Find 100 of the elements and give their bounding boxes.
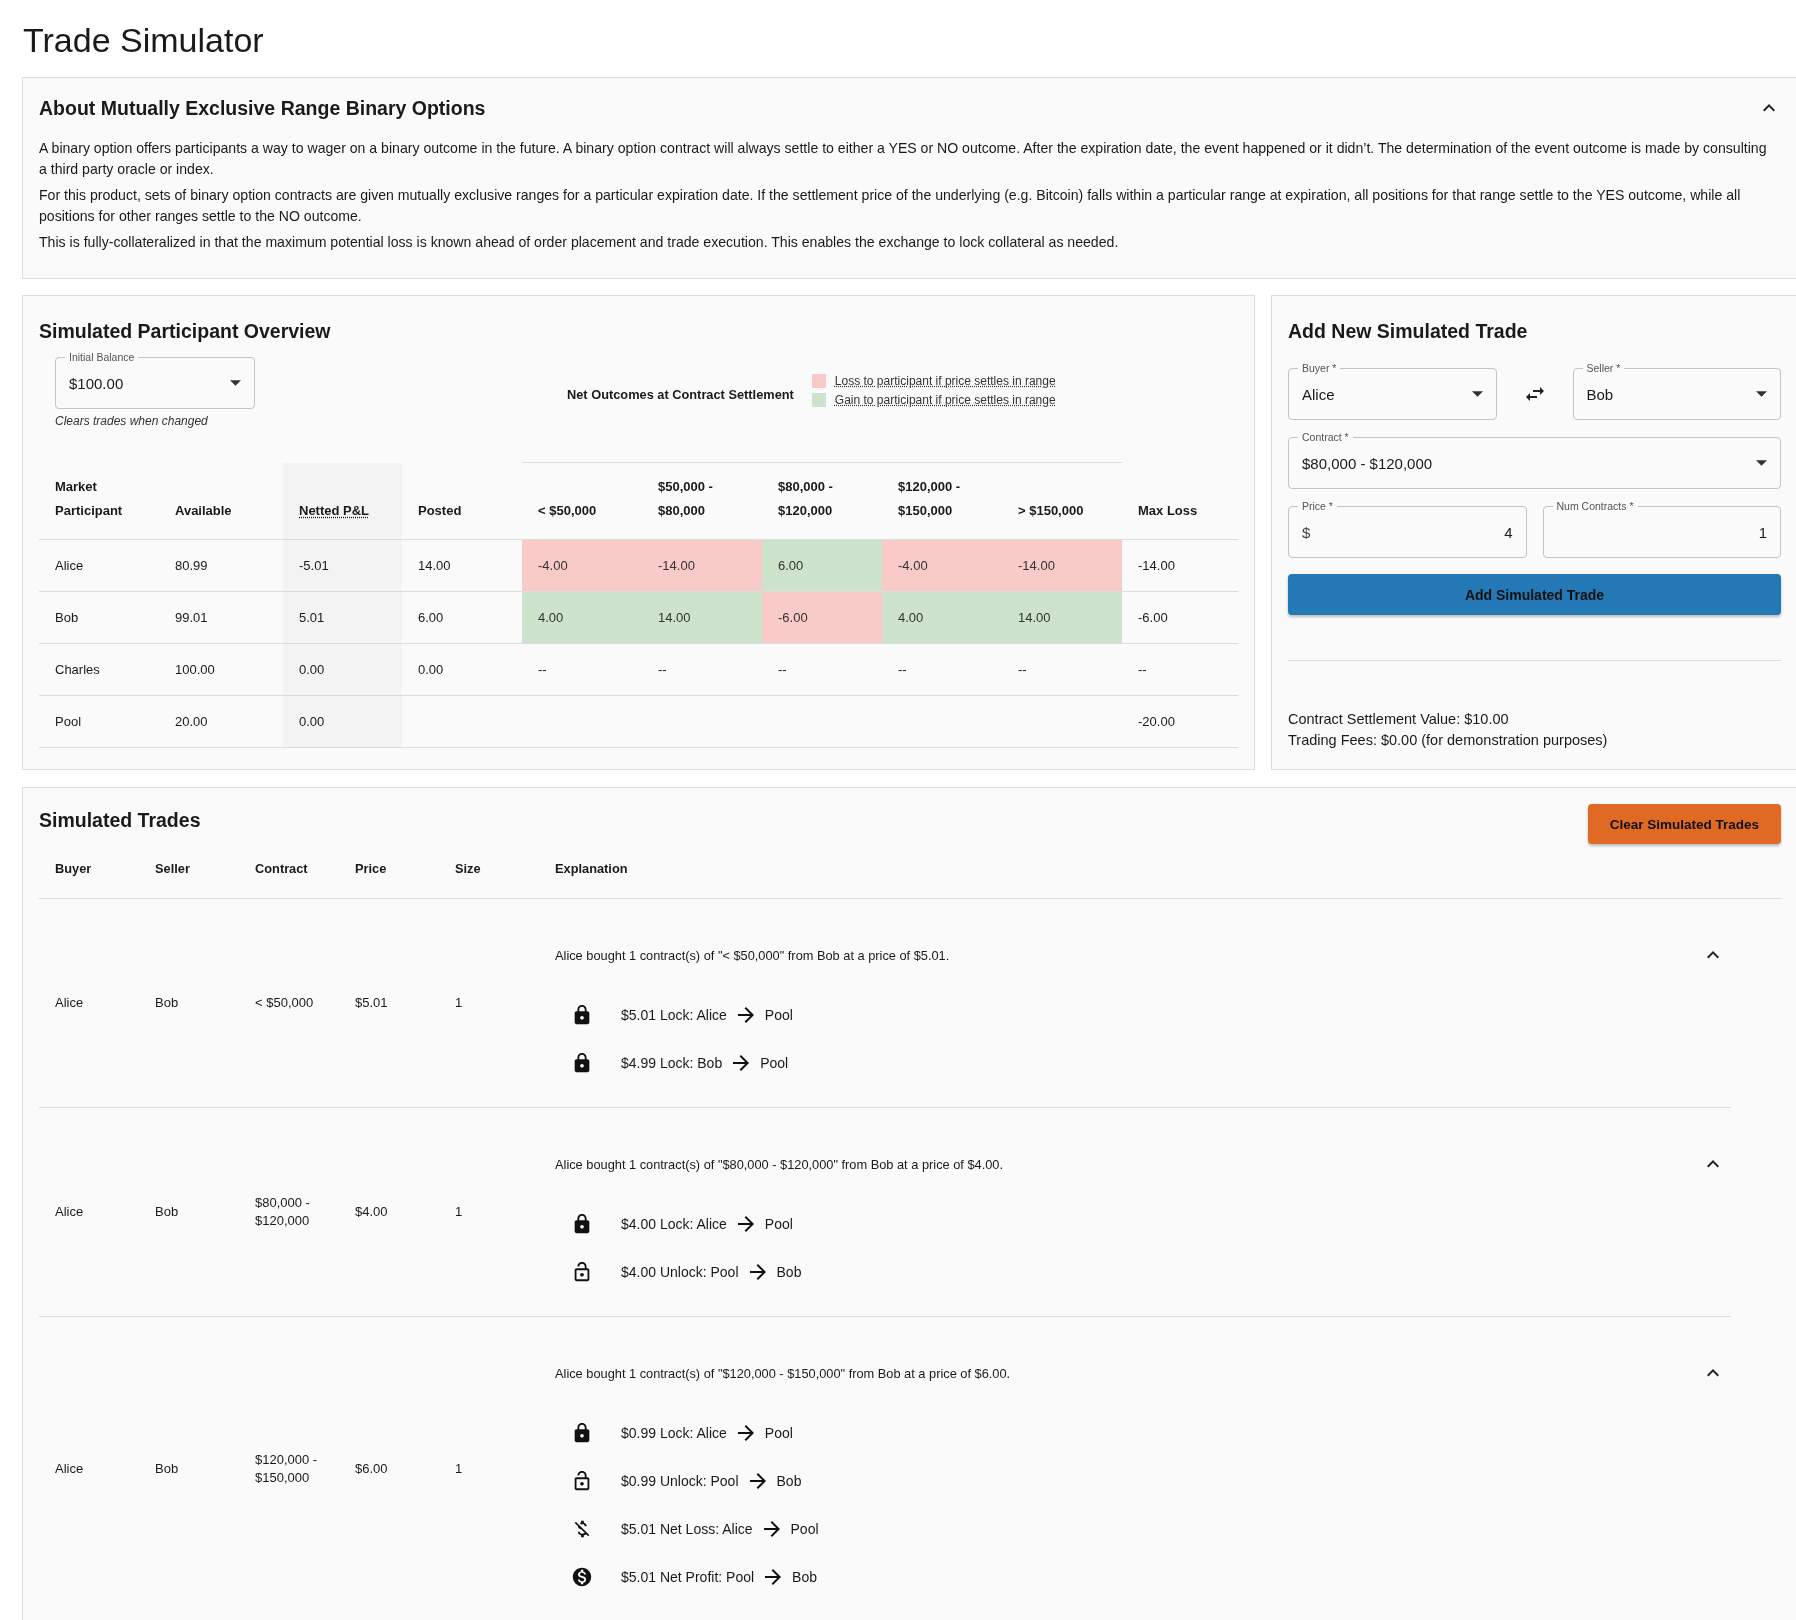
transfer-text: $4.00 Unlock: Pool (621, 1264, 739, 1281)
transfer-target: Pool (790, 1521, 819, 1538)
caret-icon (1471, 391, 1483, 398)
table-cell: 0.00 (283, 643, 402, 696)
table-cell: -5.01 (283, 539, 402, 592)
caret-icon (1756, 460, 1767, 467)
explanation-text: Alice bought 1 contract(s) of "< $50,000" from Bob at a price of $5.01. (555, 947, 950, 963)
transfer-text: $5.01 Net Loss: Alice (621, 1521, 753, 1538)
arrow-icon (765, 1569, 782, 1586)
column-header: Seller (154, 861, 191, 877)
outcome-cell: 14.00 (1002, 591, 1122, 644)
table-cell-text: $120,000 - $150,000 (254, 1451, 319, 1488)
column-header: Price (354, 861, 388, 877)
outcome-cell: 14.00 (642, 591, 762, 644)
column-header: Size (454, 861, 482, 877)
column-header: Netted P&L (283, 462, 402, 540)
column-header: Buyer (54, 861, 93, 877)
caret-icon (1756, 391, 1767, 398)
table-cell: Charles (39, 643, 159, 696)
outcome-cell: -- (642, 643, 762, 696)
table-cell: -- (1122, 643, 1238, 696)
info-text: Trading Fees: $0.00 (for demonstration purposes) (1288, 731, 1609, 751)
table-cell-text: Alice (54, 994, 85, 1013)
transfer-text: $0.99 Unlock: Pool (621, 1473, 739, 1490)
about-paragraph: This is fully-collateralized in that the maximum potential loss is known ahead of order placement and trade execution. This enables the exchange to lock collateral as needed. (39, 233, 1120, 253)
column-header: > $150,000 (1002, 462, 1122, 540)
outcome-cell: -6.00 (762, 591, 882, 644)
table-cell-text: < $50,000 (254, 994, 315, 1013)
table-cell-text: 1 (454, 1460, 464, 1479)
transfer-text: $5.01 Lock: Alice (621, 1007, 727, 1024)
outcome-cell: -14.00 (1002, 539, 1122, 592)
column-header: Contract (254, 861, 309, 877)
outcome-cell: -- (762, 643, 882, 696)
table-cell: 5.01 (283, 591, 402, 644)
table-cell: -20.00 (1122, 695, 1238, 748)
outcome-cell: -- (1002, 643, 1122, 696)
table-cell-text: Bob (154, 994, 180, 1013)
table-cell: -6.00 (1122, 591, 1238, 644)
outcome-cell: -14.00 (642, 539, 762, 592)
outcome-cell: 4.00 (522, 591, 642, 644)
transfer-target: Bob (776, 1473, 802, 1490)
dollar-coin-icon (571, 1566, 593, 1589)
column-header: $50,000 - $80,000 (642, 462, 762, 540)
column-header: Max Loss (1122, 462, 1238, 540)
add-trade-button[interactable]: Add Simulated Trade (1288, 574, 1781, 616)
caret-icon (230, 380, 241, 387)
table-cell-text: Bob (154, 1460, 180, 1479)
table-cell: Alice (39, 539, 159, 592)
table-cell-text: Bob (154, 1203, 180, 1222)
column-header: Posted (402, 462, 522, 540)
helper-text: Clears trades when changed (55, 414, 209, 429)
info-text: Contract Settlement Value: $10.00 (1288, 710, 1510, 730)
column-header: Market Participant (39, 462, 159, 540)
table-cell: Pool (39, 695, 159, 748)
arrow-icon (749, 1264, 766, 1281)
clear-trades-button[interactable]: Clear Simulated Trades (1587, 804, 1781, 845)
column-header: Explanation (554, 861, 629, 877)
table-cell-text: $6.00 (354, 1460, 389, 1479)
arrow-icon (737, 1007, 754, 1024)
transfer-text: $4.00 Lock: Alice (621, 1216, 727, 1233)
table-cell-text: Alice (54, 1460, 85, 1479)
table-cell: -14.00 (1122, 539, 1238, 592)
outcome-cell: -- (882, 643, 1002, 696)
page-title: Trade Simulator (22, 20, 265, 61)
arrow-icon (749, 1473, 766, 1490)
table-cell-text: $80,000 - $120,000 (254, 1194, 311, 1231)
arrow-icon (763, 1521, 780, 1538)
transfer-target: Pool (764, 1216, 793, 1233)
legend-label: Gain to participant if price settles in range (834, 393, 1056, 408)
table-cell-text: $4.00 (354, 1203, 389, 1222)
transfer-target: Pool (764, 1007, 793, 1024)
column-header: < $50,000 (522, 462, 642, 540)
panel-title: About Mutually Exclusive Range Binary Options (39, 96, 486, 120)
explanation-text: Alice bought 1 contract(s) of "$80,000 - $120,000" from Bob at a price of $4.00. (555, 1156, 1003, 1172)
about-paragraph: For this product, sets of binary option contracts are given mutually exclusive ranges for a particular expiration date. If the settlement price of the underlying (e.g. Bitcoin) falls within a particular range at expiration, all positions for that range settle to the YES outcome, while all positions for other ranges settle to the NO outcome. (39, 186, 1742, 227)
table-cell: 0.00 (402, 643, 522, 696)
legend-label: Loss to participant if price settles in range (834, 374, 1056, 389)
outcome-cell: -4.00 (522, 539, 642, 592)
transfer-text: $5.01 Net Profit: Pool (621, 1569, 755, 1586)
explanation-text: Alice bought 1 contract(s) of "$120,000 - $150,000" from Bob at a price of $6.00. (555, 1365, 1011, 1381)
transfer-target: Pool (764, 1425, 793, 1442)
outcome-cell: 6.00 (762, 539, 882, 592)
arrow-icon (733, 1055, 750, 1072)
table-cell-text: 1 (454, 1203, 464, 1222)
panel-title: Simulated Participant Overview (39, 320, 332, 344)
table-cell: 0.00 (283, 695, 402, 748)
about-paragraph: A binary option offers participants a way to wager on a binary outcome in the future. A binary option contract will always settle to either a YES or NO outcome. After the expiration date, the event happened or it didn’t. The determination of the event outcome is made by consulting a third party oracle or index. (39, 139, 1768, 180)
transfer-target: Pool (760, 1055, 789, 1072)
outcome-cell: -- (522, 643, 642, 696)
transfer-text: $0.99 Lock: Alice (621, 1425, 727, 1442)
table-cell-text: Alice (54, 1203, 85, 1222)
outcomes-heading: Net Outcomes at Contract Settlement (567, 387, 794, 403)
table-cell-text: 1 (454, 994, 464, 1013)
table-cell-text: $5.01 (354, 994, 389, 1013)
arrow-icon (737, 1216, 754, 1233)
arrow-icon (737, 1425, 754, 1442)
column-header: $80,000 - $120,000 (762, 462, 882, 540)
transfer-target: Bob (776, 1264, 802, 1281)
outcome-cell: -4.00 (882, 539, 1002, 592)
table-cell: Bob (39, 591, 159, 644)
